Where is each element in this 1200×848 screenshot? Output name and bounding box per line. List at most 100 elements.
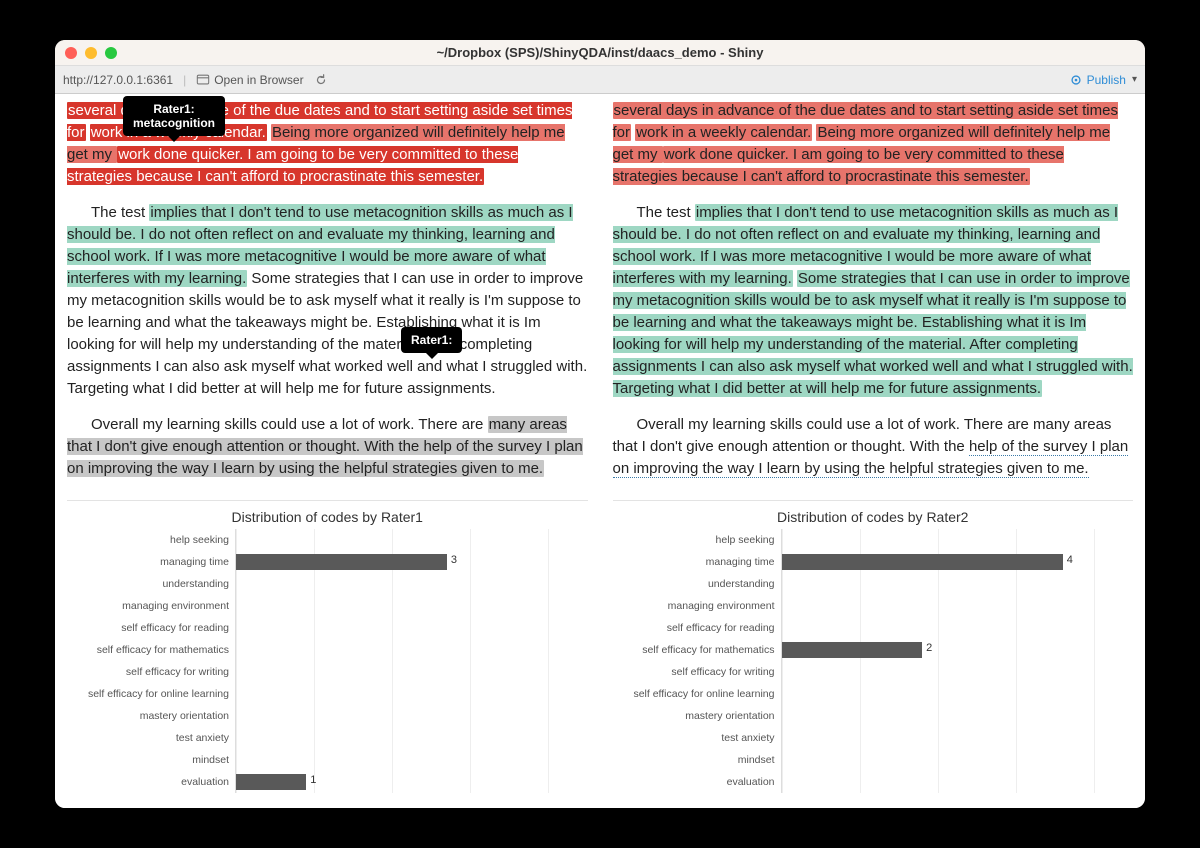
chart-rater2: help seeking managing time 4 understanding m… xyxy=(613,529,1134,793)
chart-category-label: mastery orientation xyxy=(67,710,235,722)
chart-category-label: help seeking xyxy=(613,534,781,546)
coded-span[interactable]: work in a weekly calendar. xyxy=(635,124,812,141)
essay-paragraph: several days in advance of the due dates… xyxy=(613,100,1134,188)
chart-track xyxy=(235,661,588,683)
essay-paragraph: Overall my learning skills could use a l… xyxy=(67,414,588,480)
chart-row: mindset xyxy=(67,749,588,771)
essay-paragraph: The test implies that I don't tend to us… xyxy=(67,202,588,400)
chart-row: help seeking xyxy=(67,529,588,551)
chart-category-label: understanding xyxy=(67,578,235,590)
essay-paragraph: The test implies that I don't tend to us… xyxy=(613,202,1134,400)
chart-row: self efficacy for reading xyxy=(67,617,588,639)
chart-row: understanding xyxy=(613,573,1134,595)
chart-row: self efficacy for writing xyxy=(67,661,588,683)
chart-track xyxy=(235,749,588,771)
chart-track xyxy=(235,617,588,639)
chart-category-label: evaluation xyxy=(67,776,235,788)
chart-row: self efficacy for mathematics2 xyxy=(613,639,1134,661)
code-tooltip: Rater1: xyxy=(401,327,462,353)
reload-icon xyxy=(314,73,328,87)
chart-category-label: self efficacy for online learning xyxy=(67,688,235,700)
chart-bar-value: 4 xyxy=(1067,554,1073,566)
chart-track: 4 xyxy=(781,551,1134,573)
essay-paragraph: Overall my learning skills could use a l… xyxy=(613,414,1134,480)
chart-bar-value: 3 xyxy=(451,554,457,566)
chart-rater1: help seeking managing time 3 understanding m… xyxy=(67,529,588,793)
open-in-browser-button[interactable]: Open in Browser xyxy=(196,73,303,87)
plain-text: Overall my learning skills could use a l… xyxy=(91,416,488,433)
window-controls xyxy=(65,47,117,59)
section-divider xyxy=(67,500,588,501)
titlebar: ~/Dropbox (SPS)/ShinyQDA/inst/daacs_demo… xyxy=(55,40,1145,66)
chart-bar xyxy=(236,774,306,790)
chart-track xyxy=(781,661,1134,683)
chart-track xyxy=(781,617,1134,639)
chart-track xyxy=(781,595,1134,617)
chart-track xyxy=(235,573,588,595)
minimize-window-button[interactable] xyxy=(85,47,97,59)
chart-category-label: managing time xyxy=(67,556,235,568)
chart-bar-value: 2 xyxy=(926,642,932,654)
chart-row: self efficacy for writing xyxy=(613,661,1134,683)
chevron-down-icon: ▾ xyxy=(1132,74,1137,85)
chart-row: understanding xyxy=(67,573,588,595)
chart-category-label: test anxiety xyxy=(67,732,235,744)
chart-title: Distribution of codes by Rater2 xyxy=(613,509,1134,525)
toolbar: http://127.0.0.1:6361 | Open in Browser … xyxy=(55,66,1145,94)
chart-track xyxy=(781,573,1134,595)
chart-track xyxy=(781,727,1134,749)
chart-row: mastery orientation xyxy=(67,705,588,727)
chart-track xyxy=(235,595,588,617)
chart-category-label: managing environment xyxy=(613,600,781,612)
chart-bar xyxy=(782,554,1063,570)
chart-row: mindset xyxy=(613,749,1134,771)
chart-track xyxy=(781,705,1134,727)
chart-category-label: mindset xyxy=(613,754,781,766)
coded-span[interactable]: work done quicker. I am going to be very… xyxy=(67,146,518,185)
chart-row: managing environment xyxy=(613,595,1134,617)
chart-track xyxy=(235,529,588,551)
coded-span[interactable]: work done quicker. I am going to be very… xyxy=(613,146,1064,185)
chart-category-label: self efficacy for reading xyxy=(67,622,235,634)
chart-track xyxy=(235,705,588,727)
chart-category-label: managing time xyxy=(613,556,781,568)
publish-button[interactable]: Publish ▾ xyxy=(1069,73,1137,87)
chart-row: help seeking xyxy=(613,529,1134,551)
chart-track: 3 xyxy=(235,551,588,573)
chart-row: evaluation xyxy=(613,771,1134,793)
chart-row: evaluation 1 xyxy=(67,771,588,793)
address-url: http://127.0.0.1:6361 xyxy=(63,73,173,87)
publish-icon xyxy=(1069,73,1083,87)
content-scroll-area[interactable]: Rater1: metacognition Rater1: several da… xyxy=(55,94,1145,808)
chart-category-label: self efficacy for online learning xyxy=(613,688,781,700)
reload-button[interactable] xyxy=(314,73,328,87)
chart-track xyxy=(781,683,1134,705)
chart-track xyxy=(781,749,1134,771)
chart-category-label: self efficacy for writing xyxy=(613,666,781,678)
close-window-button[interactable] xyxy=(65,47,77,59)
chart-track xyxy=(781,529,1134,551)
chart-row: test anxiety xyxy=(613,727,1134,749)
chart-bar xyxy=(236,554,447,570)
window-title: ~/Dropbox (SPS)/ShinyQDA/inst/daacs_demo… xyxy=(55,45,1145,60)
chart-category-label: mindset xyxy=(67,754,235,766)
browser-icon xyxy=(196,73,210,87)
publish-label: Publish xyxy=(1087,73,1126,87)
coded-span[interactable]: Some strategies that I can use in order … xyxy=(613,270,1133,397)
chart-row: self efficacy for online learning xyxy=(613,683,1134,705)
chart-category-label: self efficacy for mathematics xyxy=(67,644,235,656)
section-divider xyxy=(613,500,1134,501)
chart-category-label: understanding xyxy=(613,578,781,590)
chart-row: self efficacy for reading xyxy=(613,617,1134,639)
chart-row: managing environment xyxy=(67,595,588,617)
chart-category-label: self efficacy for reading xyxy=(613,622,781,634)
chart-track xyxy=(781,771,1134,793)
chart-row: self efficacy for online learning xyxy=(67,683,588,705)
plain-text: The test xyxy=(637,204,695,221)
chart-bar-value: 1 xyxy=(310,774,316,786)
chart-category-label: self efficacy for writing xyxy=(67,666,235,678)
chart-category-label: evaluation xyxy=(613,776,781,788)
chart-row: self efficacy for mathematics xyxy=(67,639,588,661)
chart-row: managing time 4 xyxy=(613,551,1134,573)
zoom-window-button[interactable] xyxy=(105,47,117,59)
